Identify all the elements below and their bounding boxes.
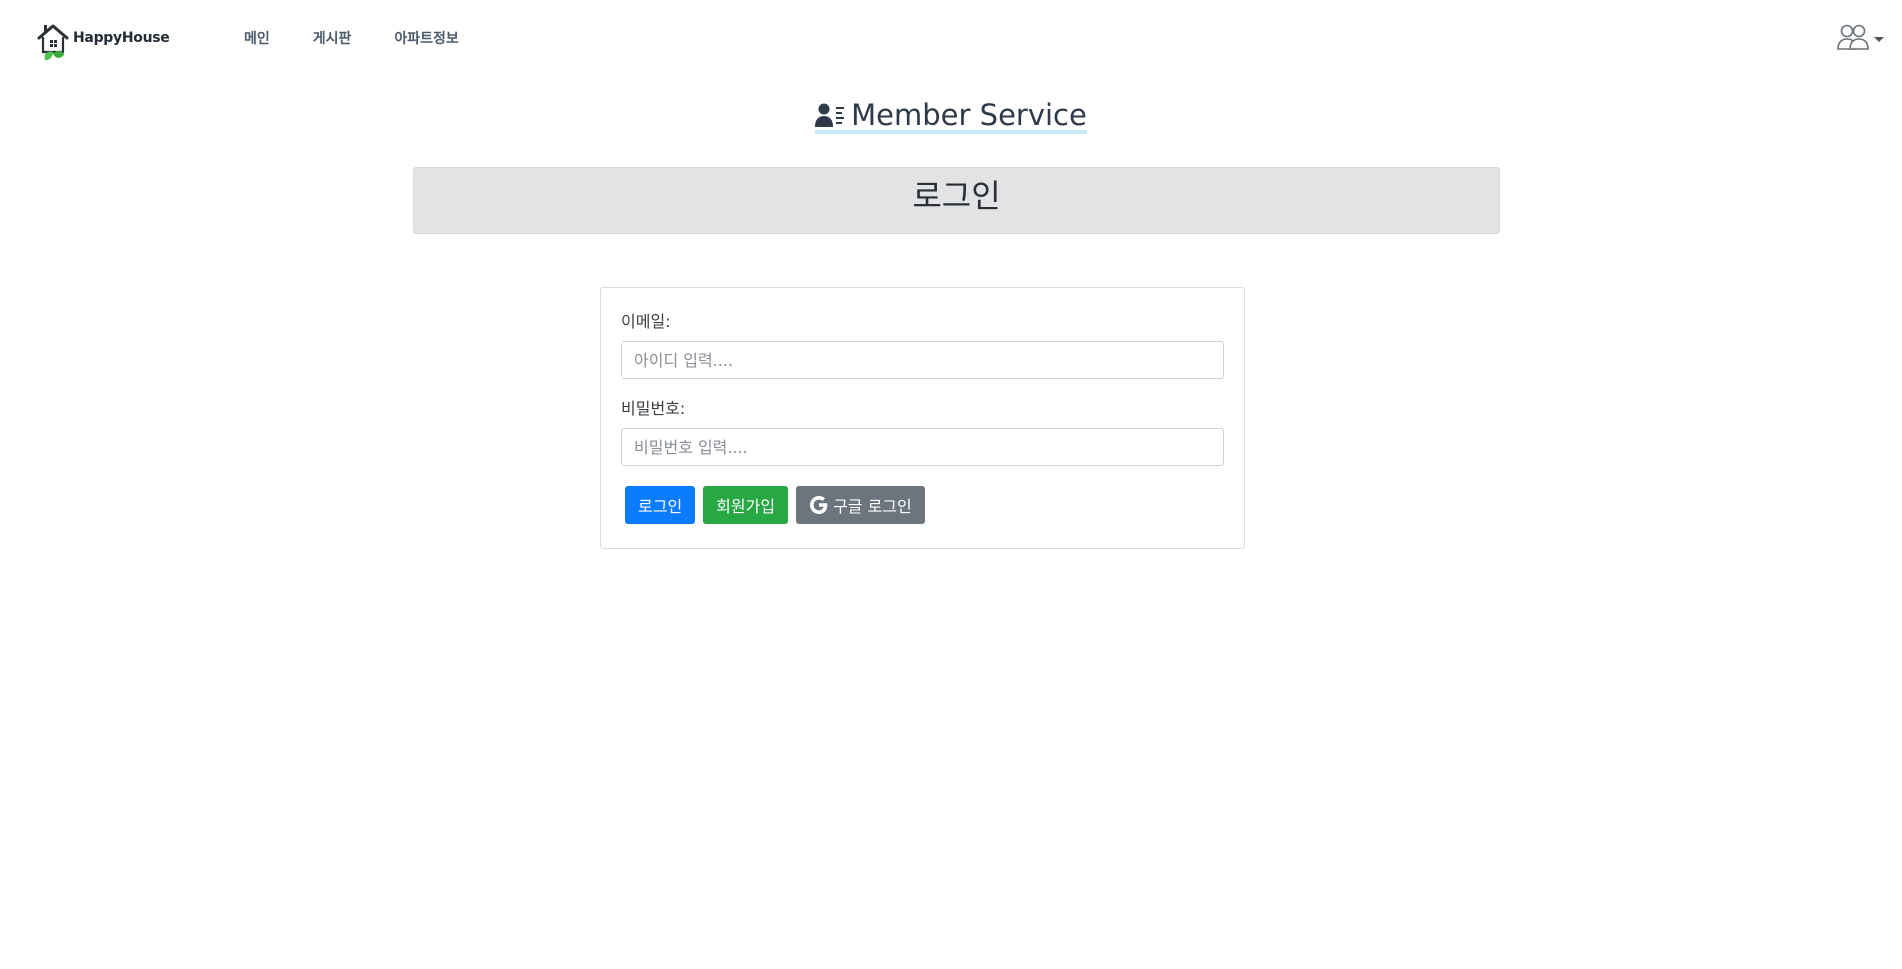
signup-button[interactable]: 회원가입 bbox=[703, 486, 789, 524]
nav-item-apartment-info[interactable]: 아파트정보 bbox=[394, 28, 458, 48]
heading-container: Member Service bbox=[815, 100, 1087, 134]
navbar: HappyHouse 메인 게시판 아파트정보 bbox=[0, 0, 1902, 78]
main-nav: 메인 게시판 아파트정보 bbox=[244, 28, 459, 48]
login-form-card: 이메일: 비밀번호: 로그인 회원가입 구글 로그인 bbox=[600, 287, 1245, 549]
email-input[interactable] bbox=[621, 341, 1224, 379]
banner-title: 로그인 bbox=[912, 177, 1001, 215]
nav-item-main[interactable]: 메인 bbox=[244, 28, 270, 48]
brand[interactable]: HappyHouse bbox=[37, 22, 170, 62]
users-icon bbox=[1837, 24, 1869, 50]
page-title: Member Service bbox=[851, 98, 1087, 132]
page-heading: Member Service bbox=[0, 100, 1902, 134]
password-label: 비밀번호: bbox=[621, 399, 686, 418]
user-menu-dropdown[interactable] bbox=[1837, 22, 1884, 52]
google-login-button[interactable]: 구글 로그인 bbox=[796, 486, 925, 524]
email-label: 이메일: bbox=[621, 312, 671, 331]
house-leaf-logo bbox=[37, 24, 69, 61]
google-icon bbox=[810, 496, 828, 514]
google-login-label: 구글 로그인 bbox=[833, 497, 912, 516]
button-row: 로그인 회원가입 구글 로그인 bbox=[625, 486, 925, 524]
nav-item-board[interactable]: 게시판 bbox=[313, 28, 352, 48]
brand-name: HappyHouse bbox=[73, 30, 170, 46]
password-input[interactable] bbox=[621, 428, 1224, 466]
user-card-icon bbox=[815, 103, 845, 127]
login-button[interactable]: 로그인 bbox=[625, 486, 696, 524]
login-banner: 로그인 bbox=[413, 167, 1500, 234]
chevron-down-icon bbox=[1874, 36, 1884, 42]
